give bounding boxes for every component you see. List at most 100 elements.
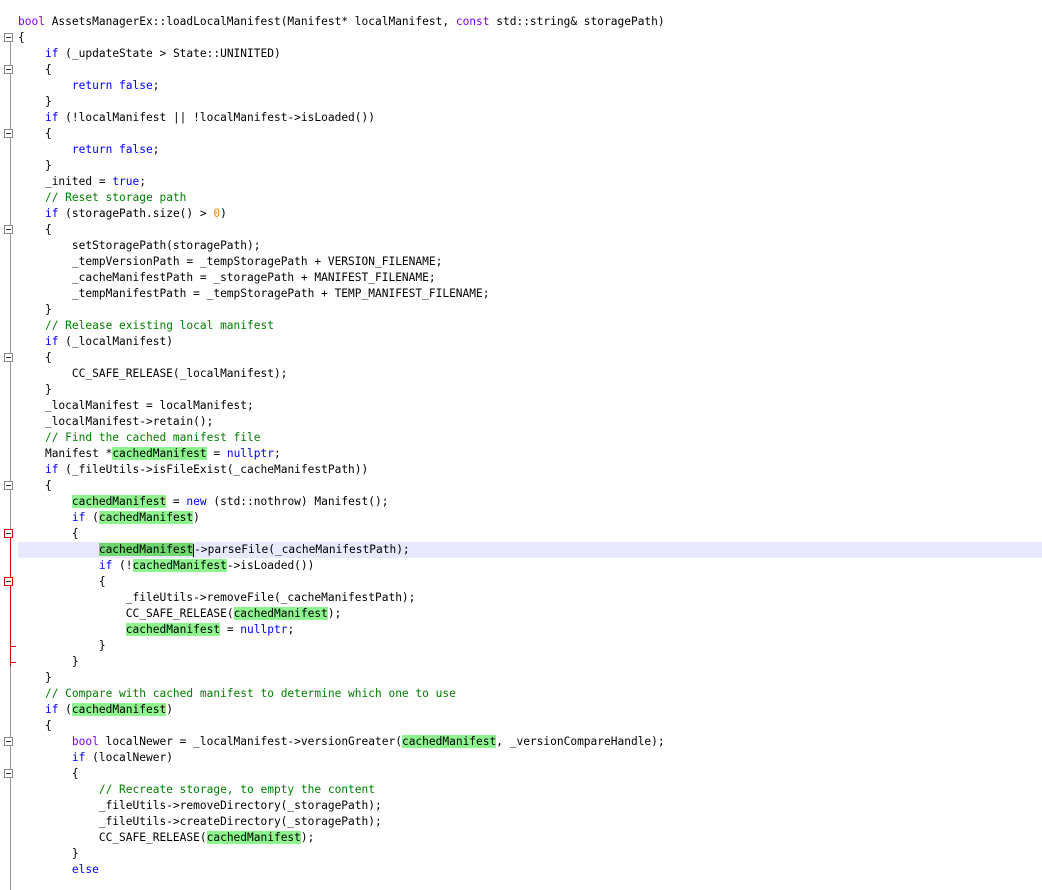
code-area[interactable]: bool AssetsManagerEx::loadLocalManifest(… [18,14,1042,878]
code-token: } [71,847,79,860]
code-line[interactable]: if (cachedManifest) [18,702,1042,718]
comment-token: // Find the cached manifest file [44,431,261,444]
code-line[interactable]: _cacheManifestPath = _storagePath + MANI… [18,270,1042,286]
search-highlight: cachedManifest [112,447,207,460]
code-line[interactable]: { [18,526,1042,542]
fold-collapse-icon[interactable] [4,577,13,586]
code-line[interactable]: _fileUtils->createDirectory(_storagePath… [18,814,1042,830]
code-token: { [71,527,79,540]
keyword-token: return false [71,143,153,156]
comment-token: // Recreate storage, to empty the conten… [98,783,375,796]
fold-collapse-icon[interactable] [4,769,13,778]
code-line[interactable]: if (_localManifest) [18,334,1042,350]
code-token: CC_SAFE_RELEASE(_localManifest); [71,367,288,380]
code-token: localNewer = _localManifest->versionGrea… [98,735,402,748]
code-line[interactable]: { [18,222,1042,238]
code-token: } [71,655,79,668]
keyword-token: if [44,703,59,716]
code-line[interactable]: if (cachedManifest) [18,510,1042,526]
code-editor[interactable]: bool AssetsManagerEx::loadLocalManifest(… [0,0,1042,890]
fold-collapse-icon[interactable] [4,65,13,74]
fold-collapse-icon[interactable] [4,129,13,138]
code-line[interactable]: _tempManifestPath = _tempStoragePath + T… [18,286,1042,302]
code-token: ; [287,623,295,636]
code-line[interactable]: cachedManifest = nullptr; [18,622,1042,638]
code-line[interactable]: // Reset storage path [18,190,1042,206]
fold-collapse-icon[interactable] [4,481,13,490]
code-line[interactable]: CC_SAFE_RELEASE(_localManifest); [18,366,1042,382]
code-line[interactable]: CC_SAFE_RELEASE(cachedManifest); [18,830,1042,846]
fold-collapse-icon[interactable] [4,225,13,234]
code-line[interactable]: if (_updateState > State::UNINITED) [18,46,1042,62]
code-line[interactable]: // Release existing local manifest [18,318,1042,334]
code-line[interactable]: { [18,126,1042,142]
code-line[interactable]: } [18,158,1042,174]
code-line[interactable]: else [18,862,1042,878]
code-line[interactable]: } [18,302,1042,318]
code-line[interactable]: if (!localManifest || !localManifest->is… [18,110,1042,126]
code-line[interactable]: // Recreate storage, to empty the conten… [18,782,1042,798]
code-token: (localNewer) [85,751,173,764]
code-line[interactable]: { [18,478,1042,494]
fold-margin[interactable] [0,0,18,890]
code-line[interactable]: _localManifest->retain(); [18,414,1042,430]
code-line[interactable]: if (localNewer) [18,750,1042,766]
code-line[interactable]: return false; [18,142,1042,158]
code-line[interactable]: _fileUtils->removeFile(_cacheManifestPat… [18,590,1042,606]
fold-collapse-icon[interactable] [4,529,13,538]
fold-collapse-icon[interactable] [4,33,13,42]
code-line[interactable]: if (storagePath.size() > 0) [18,206,1042,222]
code-line[interactable]: } [18,846,1042,862]
code-line[interactable]: } [18,670,1042,686]
code-line[interactable]: _tempVersionPath = _tempStoragePath + VE… [18,254,1042,270]
code-line[interactable]: _localManifest = localManifest; [18,398,1042,414]
code-line[interactable]: } [18,638,1042,654]
code-line[interactable]: _fileUtils->removeDirectory(_storagePath… [18,798,1042,814]
code-line[interactable]: { [18,350,1042,366]
search-highlight: cachedManifest [98,511,194,524]
code-line[interactable]: if (_fileUtils->isFileExist(_cacheManife… [18,462,1042,478]
code-line[interactable]: bool localNewer = _localManifest->versio… [18,734,1042,750]
code-line[interactable]: CC_SAFE_RELEASE(cachedManifest); [18,606,1042,622]
code-line[interactable]: cachedManifest = new (std::nothrow) Mani… [18,494,1042,510]
code-line[interactable]: bool AssetsManagerEx::loadLocalManifest(… [18,14,1042,30]
code-token: ->parseFile(_cacheManifestPath); [194,543,410,556]
code-line[interactable]: { [18,574,1042,590]
code-line[interactable]: } [18,654,1042,670]
code-line[interactable]: Manifest *cachedManifest = nullptr; [18,446,1042,462]
code-line[interactable]: // Find the cached manifest file [18,430,1042,446]
search-highlight: cachedManifest [125,623,221,636]
code-line[interactable]: { [18,766,1042,782]
code-line[interactable]: cachedManifest->parseFile(_cacheManifest… [18,542,1042,558]
code-token: ; [152,79,160,92]
code-line[interactable]: } [18,382,1042,398]
keyword-token: if [44,463,59,476]
code-token: _fileUtils->removeDirectory(_storagePath… [98,799,382,812]
comment-token: // Reset storage path [44,191,187,204]
code-line[interactable]: } [18,94,1042,110]
fold-end-marker [10,662,16,663]
code-line[interactable]: { [18,30,1042,46]
keyword-token: if [71,511,86,524]
code-token: ( [85,511,99,524]
code-line[interactable]: { [18,718,1042,734]
code-token: (_updateState > State::UNINITED) [58,47,281,60]
code-line[interactable]: { [18,62,1042,78]
code-token: (! [112,559,133,572]
code-line[interactable]: _inited = true; [18,174,1042,190]
code-line[interactable]: return false; [18,78,1042,94]
code-line[interactable]: if (!cachedManifest->isLoaded()) [18,558,1042,574]
fold-collapse-icon[interactable] [4,353,13,362]
code-token: { [44,63,52,76]
code-token: { [44,223,52,236]
code-line[interactable]: // Compare with cached manifest to deter… [18,686,1042,702]
fold-collapse-icon[interactable] [4,737,13,746]
code-line[interactable]: setStoragePath(storagePath); [18,238,1042,254]
